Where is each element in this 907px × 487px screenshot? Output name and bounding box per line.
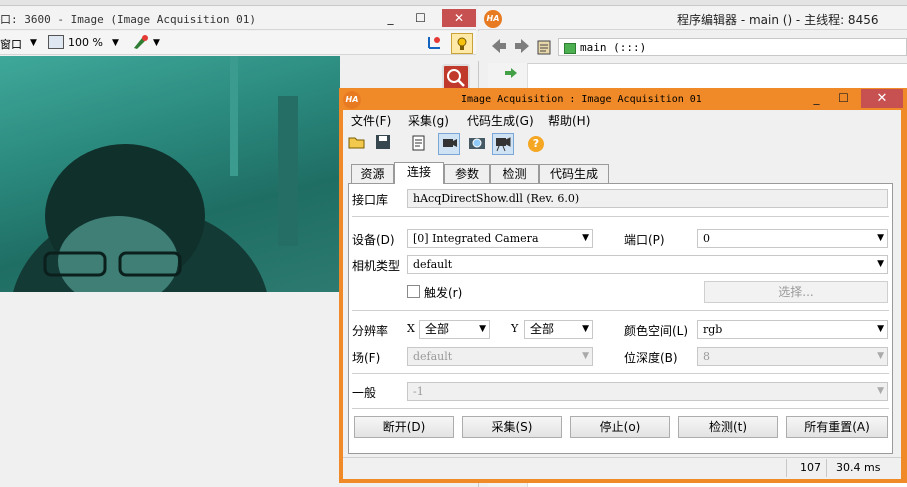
halcon-logo-icon: HA: [343, 91, 361, 109]
dialog-maximize-button[interactable]: ☐: [830, 89, 857, 107]
general-label: 一般: [352, 386, 377, 400]
minimize-button[interactable]: _: [377, 8, 404, 28]
detect-button[interactable]: 检测(t): [678, 416, 778, 438]
bit-depth-value: 8: [703, 350, 710, 363]
general-combo[interactable]: -1 ▼: [407, 382, 888, 401]
disconnect-button[interactable]: 断开(D): [354, 416, 454, 438]
x-label: X: [407, 322, 415, 335]
trigger-checkbox[interactable]: [407, 285, 420, 298]
tab-code-generation[interactable]: 代码生成: [539, 164, 609, 183]
camera-type-value: default: [413, 258, 453, 271]
chevron-down-icon: ▼: [877, 324, 884, 334]
separator: [352, 216, 889, 217]
status-divider: [826, 459, 827, 477]
chevron-down-icon: ▼: [582, 351, 589, 361]
dialog-minimize-button[interactable]: _: [803, 89, 830, 107]
procedure-name: main (:::): [580, 41, 647, 54]
trigger-label: 触发(r): [424, 286, 463, 300]
help-icon[interactable]: ?: [528, 136, 544, 152]
clipboard-icon[interactable]: [536, 38, 553, 55]
close-button[interactable]: ✕: [442, 9, 476, 27]
maximize-button[interactable]: ☐: [407, 8, 434, 28]
camera-live-image[interactable]: [0, 56, 340, 292]
snap-camera-icon[interactable]: [466, 133, 488, 155]
color-space-label: 颜色空间(L): [624, 324, 689, 338]
acquisition-time: 30.4 ms: [836, 461, 881, 474]
procedure-selector[interactable]: main (:::): [558, 38, 907, 56]
dialog-close-button[interactable]: ✕: [861, 89, 903, 108]
chevron-down-icon[interactable]: ▼: [30, 38, 37, 48]
connection-panel: [348, 183, 893, 454]
menu-code-generation[interactable]: 代码生成(G): [467, 112, 534, 129]
chevron-down-icon: ▼: [582, 233, 589, 243]
forward-arrow-icon[interactable]: [513, 38, 531, 54]
y-label: Y: [511, 322, 519, 335]
save-icon[interactable]: [372, 133, 394, 155]
paint-icon[interactable]: [132, 34, 150, 50]
live-video-icon[interactable]: [492, 133, 514, 155]
field-label: 场(F): [352, 351, 381, 365]
resolution-y-value: 全部: [530, 322, 555, 336]
dialog-title: Image Acquisition : Image Acquisition 01: [461, 94, 702, 105]
bit-depth-combo[interactable]: 8 ▼: [697, 347, 888, 366]
device-value: [0] Integrated Camera: [413, 232, 539, 245]
chevron-down-icon: ▼: [877, 386, 884, 396]
general-value: -1: [413, 385, 424, 398]
chevron-down-icon: ▼: [877, 233, 884, 243]
chevron-down-icon[interactable]: ▼: [153, 38, 160, 48]
interface-label: 接口库: [352, 193, 389, 207]
resolution-x-combo[interactable]: 全部 ▼: [419, 320, 490, 339]
back-arrow-icon[interactable]: [490, 38, 508, 54]
resolution-y-combo[interactable]: 全部 ▼: [524, 320, 593, 339]
chevron-down-icon: ▼: [877, 259, 884, 269]
port-label: 端口(P): [624, 233, 665, 247]
chevron-down-icon: ▼: [877, 351, 884, 361]
field-combo[interactable]: default ▼: [407, 347, 593, 366]
separator: [352, 310, 889, 311]
chevron-down-icon: ▼: [582, 324, 589, 334]
port-value: 0: [703, 232, 710, 245]
resolution-label: 分辨率: [352, 324, 389, 338]
halcon-logo-icon: HA: [484, 10, 502, 28]
device-combo[interactable]: [0] Integrated Camera ▼: [407, 229, 593, 248]
graphics-window-title: 口: 3600 - Image (Image Acquisition 01): [0, 13, 257, 26]
zoom-level[interactable]: 100 %: [68, 36, 103, 49]
chevron-down-icon[interactable]: ▼: [112, 38, 119, 48]
separator: [352, 373, 889, 374]
zoom-fit-icon[interactable]: [48, 35, 64, 49]
stop-button[interactable]: 停止(o): [570, 416, 670, 438]
color-space-combo[interactable]: rgb ▼: [697, 320, 888, 339]
menu-file[interactable]: 文件(F): [351, 112, 391, 129]
tab-connection[interactable]: 连接: [394, 162, 444, 184]
resolution-x-value: 全部: [425, 322, 450, 336]
chevron-down-icon: ▼: [479, 324, 486, 334]
copy-settings-icon[interactable]: [408, 133, 430, 155]
status-divider: [786, 459, 787, 477]
axes-icon[interactable]: [425, 34, 443, 52]
connect-icon[interactable]: [438, 133, 460, 155]
field-value: default: [413, 350, 453, 363]
color-space-value: rgb: [703, 323, 723, 336]
select-button[interactable]: 选择...: [704, 281, 888, 303]
separator: [352, 408, 889, 409]
bit-depth-label: 位深度(B): [624, 351, 678, 365]
tab-resources[interactable]: 资源: [351, 164, 394, 183]
camera-type-label: 相机类型: [352, 259, 401, 273]
open-folder-icon[interactable]: [346, 133, 368, 155]
tab-inspect[interactable]: 检测: [490, 164, 539, 183]
window-label: 窗口: [0, 38, 22, 51]
reset-all-button[interactable]: 所有重置(A): [786, 416, 888, 438]
menu-acquire[interactable]: 采集(g): [408, 112, 449, 129]
port-combo[interactable]: 0 ▼: [697, 229, 888, 248]
device-label: 设备(D): [352, 233, 395, 247]
light-bulb-icon[interactable]: [451, 33, 473, 54]
program-editor-title: 程序编辑器 - main () - 主线程: 8456: [677, 13, 879, 27]
menu-help[interactable]: 帮助(H): [548, 112, 590, 129]
camera-type-combo[interactable]: default ▼: [407, 255, 888, 274]
frame-count: 107: [800, 461, 821, 474]
interface-field: hAcqDirectShow.dll (Rev. 6.0): [407, 189, 888, 208]
program-counter-icon: [504, 67, 518, 79]
tab-parameters[interactable]: 参数: [444, 164, 490, 183]
snap-button[interactable]: 采集(S): [462, 416, 562, 438]
